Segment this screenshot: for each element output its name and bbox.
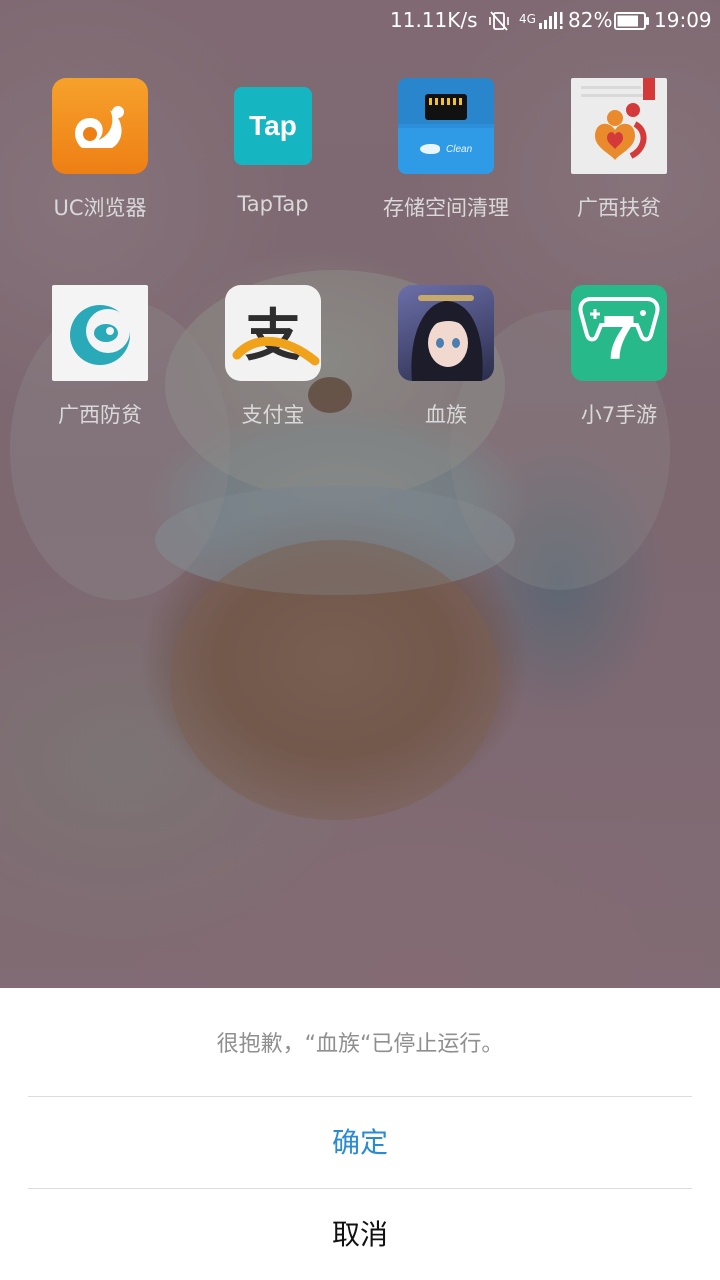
- battery-percent: 82%: [568, 8, 613, 32]
- app-guangxi-poverty-prevention[interactable]: 广西防贫: [20, 285, 180, 429]
- uc-browser-icon: [52, 78, 148, 174]
- guangxi-poverty-prevention-icon: [52, 285, 148, 381]
- app-alipay[interactable]: 支 支付宝: [193, 285, 353, 429]
- app-bloodline-game[interactable]: 血族: [366, 285, 526, 429]
- app-label: 血族: [425, 403, 467, 427]
- app-stopped-dialog: 很抱歉，“血族“已停止运行。 确定 取消: [0, 988, 720, 1280]
- vibrate-icon: [488, 10, 510, 37]
- battery-icon: [614, 11, 650, 35]
- taptap-logo-text: Tap: [249, 110, 297, 141]
- app-storage-cleaner[interactable]: Clean 存储空间清理: [366, 78, 526, 222]
- storage-cleaner-icon: Clean: [398, 78, 494, 174]
- guangxi-poverty-aid-icon: [571, 78, 667, 174]
- dialog-divider: [28, 1188, 692, 1189]
- cancel-button[interactable]: 取消: [0, 1190, 720, 1280]
- clock: 19:09: [654, 8, 712, 32]
- dialog-divider: [28, 1096, 692, 1097]
- network-type-label: 4G: [519, 12, 536, 26]
- bloodline-game-icon: [398, 285, 494, 381]
- app-guangxi-poverty-aid[interactable]: 广西扶贫: [539, 78, 699, 222]
- app-xiao7-games[interactable]: 7 小7手游: [539, 285, 699, 429]
- app-label: 支付宝: [241, 403, 305, 427]
- app-label: 广西防贫: [58, 403, 142, 427]
- confirm-button[interactable]: 确定: [0, 1098, 720, 1188]
- app-uc-browser[interactable]: UC浏览器: [20, 78, 180, 222]
- app-label: 存储空间清理: [383, 196, 509, 220]
- home-screen: 11.11K/s 4G 82% 19:09 UC浏览器 Tap TapTap C…: [0, 0, 720, 1280]
- app-label: TapTap: [237, 192, 309, 216]
- xiao7-glyph: 7: [601, 304, 637, 373]
- taptap-icon: Tap: [234, 87, 312, 165]
- dialog-message: 很抱歉，“血族“已停止运行。: [216, 1032, 504, 1057]
- app-label: UC浏览器: [53, 196, 147, 220]
- app-label: 广西扶贫: [577, 196, 661, 220]
- app-taptap[interactable]: Tap TapTap: [193, 78, 353, 216]
- signal-icon: [538, 10, 564, 35]
- xiao7-games-icon: 7: [571, 285, 667, 381]
- network-speed: 11.11K/s: [390, 8, 478, 32]
- storage-cleaner-label-text: Clean: [446, 144, 473, 155]
- alipay-icon: 支: [225, 285, 321, 381]
- app-label: 小7手游: [580, 403, 658, 427]
- status-bar: 11.11K/s 4G 82% 19:09: [0, 0, 720, 40]
